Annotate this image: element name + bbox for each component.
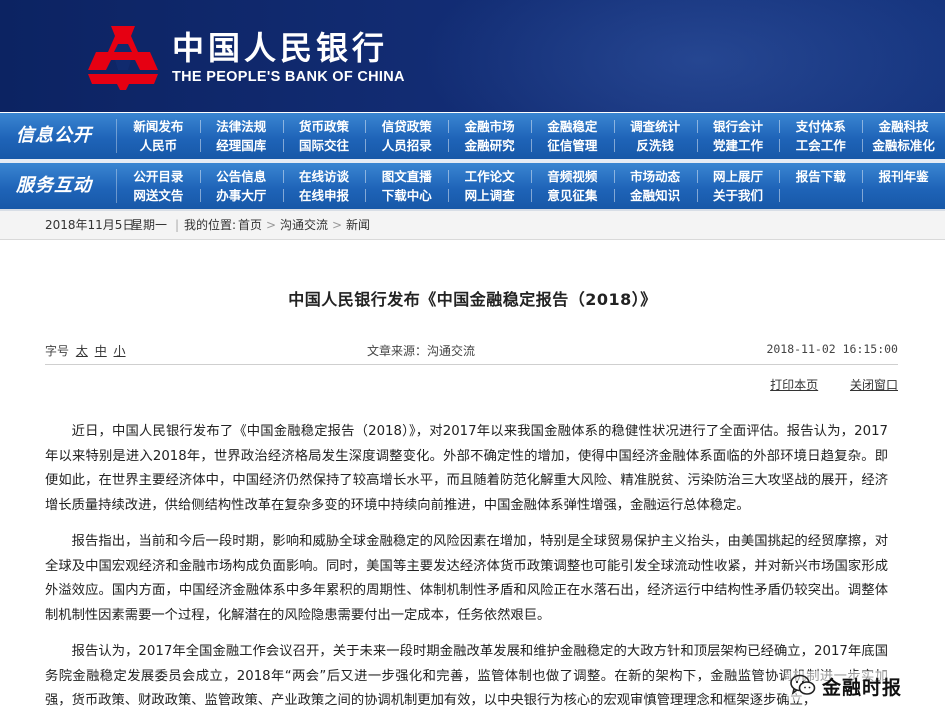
nav-info-row2-item-8[interactable]: 工会工作 [779,136,862,155]
nav-info-row2-item-6[interactable]: 反洗钱 [613,136,697,155]
article-paragraph: 报告指出，当前和今后一段时期，影响和威胁全球金融稳定的风险因素在增加，特别是全球… [45,534,888,623]
breadcrumb: 2018年11月5日 星期一 | 我的位置: 首页 > 沟通交流 > 新闻 [0,211,945,240]
nav-service-row1-item-6[interactable]: 市场动态 [613,167,697,186]
nav-service-row1-item-4[interactable]: 工作论文 [448,167,531,186]
font-size-small-link[interactable]: 小 [114,344,126,358]
nav-info-disclosure: 信息公开 新闻发布 法律法规 货币政策 信贷政策 金融市场 金融稳定 调查统计 银行会计 支付体… [0,113,945,159]
breadcrumb-home-link[interactable]: 首页 [238,211,262,239]
close-window-link[interactable]: 关闭窗口 [850,378,898,392]
brand-name-cn[interactable]: 中国人民银行 [172,28,388,68]
nav-service-row2-item-5[interactable]: 意见征集 [530,186,614,205]
nav-info-grid: 新闻发布 法律法规 货币政策 信贷政策 金融市场 金融稳定 调查统计 银行会计 支付体系 金融科技… [117,117,945,155]
font-size-switcher: 字号 太 中 小 [45,342,126,359]
nav-service-row1-item-2[interactable]: 在线访谈 [282,167,366,186]
nav-service-grid: 公开目录 公告信息 在线访谈 图文直播 工作论文 音频视频 市场动态 网上展厅 报告下载 报刊年鉴… [117,167,945,205]
nav-info-row2-item-3[interactable]: 人员招录 [365,136,448,155]
font-size-medium-link[interactable]: 中 [95,344,107,358]
nav-info-row1-item-4[interactable]: 金融市场 [448,117,531,136]
print-page-link[interactable]: 打印本页 [770,378,818,392]
breadcrumb-separator: > [266,218,277,232]
nav-service-row2-item-9 [862,186,945,205]
nav-service-row2-item-3[interactable]: 下载中心 [365,186,448,205]
nav-service-row2-item-0[interactable]: 网送文告 [117,186,200,205]
breadcrumb-divider: | [175,218,180,232]
current-date: 2018年11月5日 [45,218,135,232]
nav-info-row2-item-2[interactable]: 国际交往 [282,136,366,155]
header-glow [420,0,945,112]
nav-service-row2-item-4[interactable]: 网上调查 [448,186,531,205]
article-paragraph: 报告认为，2017年全国金融工作会议召开，关于未来一段时期金融改革发展和维护金融… [45,644,888,708]
nav-info-row1-item-9[interactable]: 金融科技 [862,117,945,136]
breadcrumb-current[interactable]: 新闻 [346,211,370,239]
nav-info-row1-item-0[interactable]: 新闻发布 [117,117,200,136]
watermark: 金融时报 [786,671,907,701]
current-weekday: 星期一 [131,218,168,232]
nav-service-row1-item-0[interactable]: 公开目录 [117,167,200,186]
nav-info-title: 信息公开 [16,125,92,146]
nav-service-row2-item-7[interactable]: 关于我们 [696,186,780,205]
nav-service: 服务互动 公开目录 公告信息 在线访谈 图文直播 工作论文 音频视频 市场动态 网上展厅 报告下… [0,163,945,209]
nav-info-row1-item-2[interactable]: 货币政策 [282,117,366,136]
nav-service-row1-item-8[interactable]: 报告下载 [779,167,862,186]
article-meta: 字号 太 中 小 文章来源：沟通交流 2018-11-02 16:15:00 [45,342,898,362]
article-paragraph: 近日，中国人民银行发布了《中国金融稳定报告（2018）》，对2017年以来我国金… [45,424,888,513]
watermark-text: 金融时报 [822,676,903,699]
nav-info-row2-item-7[interactable]: 党建工作 [696,136,780,155]
breadcrumb-separator: > [332,218,343,232]
article-date: 2018-11-02 16:15:00 [766,342,898,356]
nav-info-row2-item-1[interactable]: 经理国库 [199,136,283,155]
article-title: 中国人民银行发布《中国金融稳定报告（2018）》 [288,290,657,309]
wechat-icon [790,674,816,695]
nav-info-row2-item-4[interactable]: 金融研究 [448,136,531,155]
pboc-emblem-icon[interactable] [88,26,158,90]
breadcrumb-section-link[interactable]: 沟通交流 [280,211,328,239]
nav-service-row1-item-3[interactable]: 图文直播 [365,167,448,186]
article-actions: 打印本页 关闭窗口 [742,376,898,393]
nav-service-title: 服务互动 [16,175,92,196]
nav-service-row2-item-2[interactable]: 在线申报 [282,186,366,205]
nav-info-row2-item-0[interactable]: 人民币 [117,136,200,155]
meta-divider [45,364,898,365]
nav-info-row1-item-1[interactable]: 法律法规 [199,117,283,136]
article-source: 文章来源：沟通交流 [367,344,476,358]
nav-info-row2-item-5[interactable]: 征信管理 [530,136,614,155]
font-size-label: 字号 [45,344,70,358]
nav-service-row2-item-6[interactable]: 金融知识 [613,186,697,205]
nav-info-row1-item-8[interactable]: 支付体系 [779,117,862,136]
nav-service-row2-item-1[interactable]: 办事大厅 [199,186,283,205]
nav-info-row2-item-9[interactable]: 金融标准化 [862,136,945,155]
nav-service-row1-item-5[interactable]: 音频视频 [530,167,614,186]
page: 中国人民银行 THE PEOPLE'S BANK OF CHINA 信息公开 新… [0,0,945,726]
nav-service-row1-item-9[interactable]: 报刊年鉴 [862,167,945,186]
nav-service-row1-item-1[interactable]: 公告信息 [199,167,283,186]
nav-info-row1-item-5[interactable]: 金融稳定 [530,117,614,136]
nav-service-row2-item-8 [779,186,862,205]
breadcrumb-location-label: 我的位置: [184,218,237,232]
nav-info-row1-item-6[interactable]: 调查统计 [613,117,697,136]
nav-service-row1-item-7[interactable]: 网上展厅 [696,167,780,186]
article-container: 中国人民银行发布《中国金融稳定报告（2018）》 字号 太 中 小 文章来源：沟… [0,240,945,726]
site-header: 中国人民银行 THE PEOPLE'S BANK OF CHINA [0,0,945,112]
brand-name-en[interactable]: THE PEOPLE'S BANK OF CHINA [172,69,405,85]
article-body: 近日，中国人民银行发布了《中国金融稳定报告（2018）》，对2017年以来我国金… [45,420,888,726]
font-size-large-link[interactable]: 太 [76,344,88,358]
nav-info-row1-item-7[interactable]: 银行会计 [696,117,780,136]
nav-info-row1-item-3[interactable]: 信贷政策 [365,117,448,136]
